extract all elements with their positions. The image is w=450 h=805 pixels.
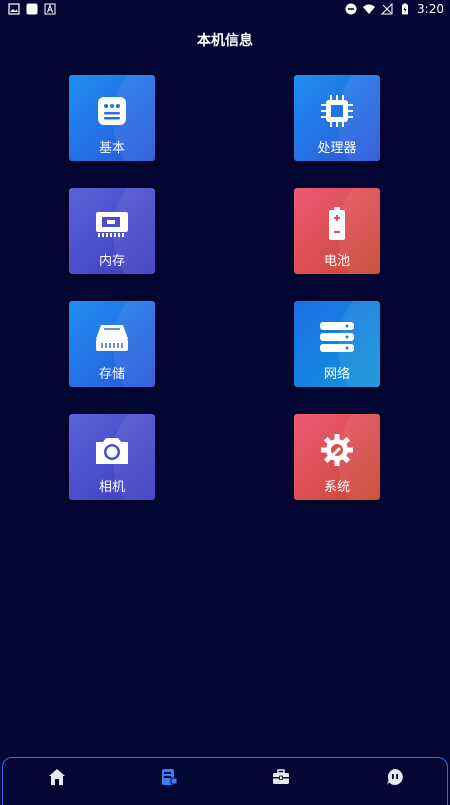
memory-icon	[96, 212, 128, 237]
image-notification-icon	[8, 3, 20, 15]
cpu-icon	[321, 95, 353, 127]
tile-camera-label: 相机	[98, 480, 125, 495]
tile-memory[interactable]: 内存	[69, 188, 155, 274]
toolbox-icon[interactable]	[272, 768, 290, 786]
tile-cpu[interactable]: 处理器	[294, 75, 380, 161]
tile-basic-label: 基本	[98, 141, 125, 156]
do-not-disturb-icon	[345, 3, 357, 15]
tile-system[interactable]: 系统	[294, 414, 380, 500]
bottom-navigation	[2, 757, 448, 805]
battery-icon	[329, 207, 345, 240]
tile-network[interactable]: 网络	[294, 301, 380, 387]
network-icon	[320, 322, 354, 352]
tile-cpu-label: 处理器	[317, 141, 357, 156]
tile-memory-label: 内存	[98, 254, 125, 269]
tile-storage[interactable]: 存储	[69, 301, 155, 387]
home-icon[interactable]	[48, 768, 66, 786]
tile-camera[interactable]: 相机	[69, 414, 155, 500]
tile-basic[interactable]: 基本	[69, 75, 155, 161]
camera-icon	[96, 438, 128, 464]
no-signal-icon	[381, 3, 393, 15]
page-title: 本机信息	[197, 33, 253, 49]
status-time: 3:20	[417, 2, 444, 16]
tile-network-label: 网络	[323, 367, 350, 382]
chat-icon[interactable]	[386, 768, 404, 786]
tile-storage-label: 存储	[98, 367, 125, 382]
tile-battery-label: 电池	[323, 254, 350, 269]
wifi-icon	[363, 4, 376, 14]
device-info-icon[interactable]	[160, 768, 178, 786]
tile-battery[interactable]: 电池	[294, 188, 380, 274]
app-notification-icon	[26, 3, 38, 15]
a-notification-icon	[44, 3, 56, 15]
status-bar: 3:20	[0, 0, 450, 20]
system-settings-icon	[321, 434, 353, 466]
battery-status-icon	[402, 3, 409, 15]
basic-info-icon	[98, 97, 126, 125]
tile-system-label: 系统	[323, 480, 350, 495]
storage-icon	[96, 325, 128, 351]
